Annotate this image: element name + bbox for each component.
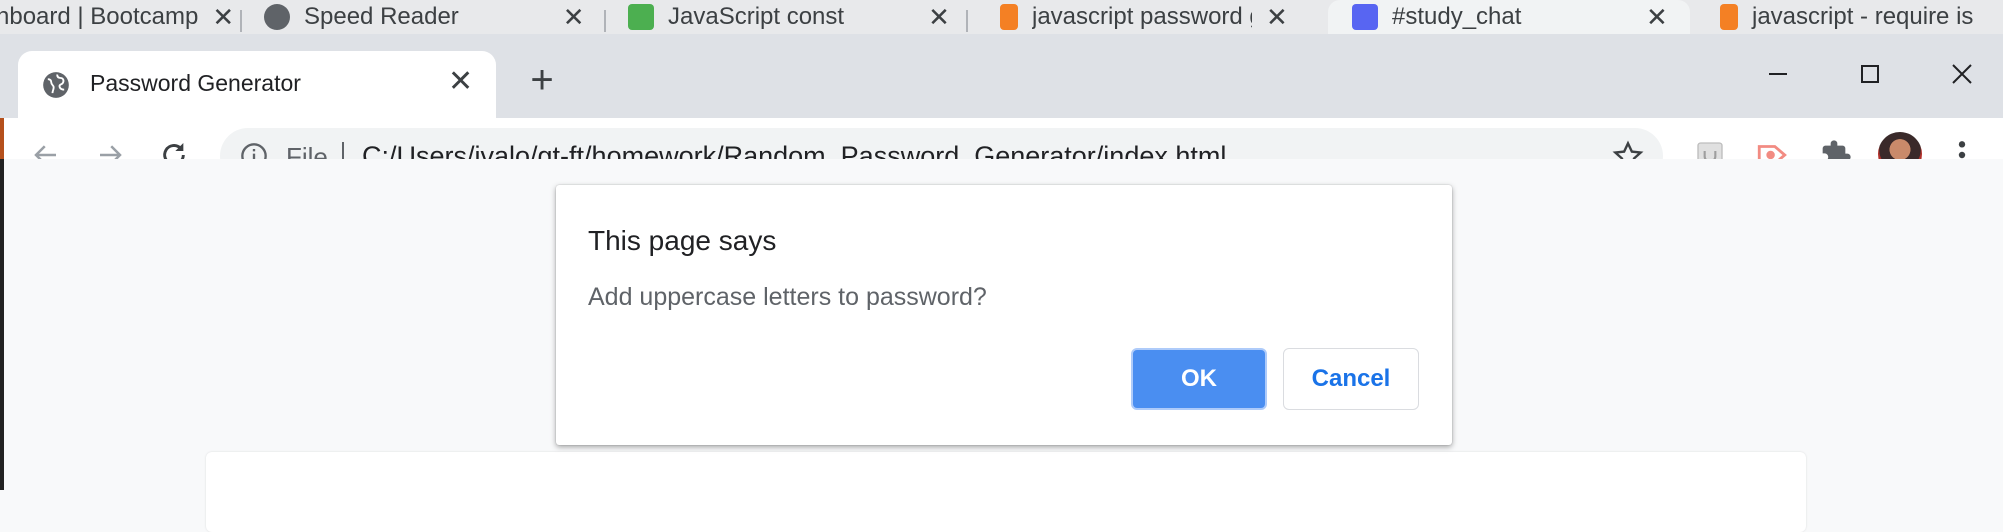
- globe-icon: [264, 4, 290, 30]
- bg-tab-4[interactable]: #study_chat ✕: [1328, 0, 1690, 34]
- discord-icon: [1352, 4, 1378, 30]
- window-close-button[interactable]: [1942, 54, 1982, 94]
- dialog-title: This page says: [588, 225, 777, 256]
- tab-separator: [240, 10, 242, 32]
- globe-icon: [43, 72, 69, 98]
- close-icon: [1952, 64, 1972, 84]
- bg-tab-2[interactable]: JavaScript const ✕: [628, 0, 950, 34]
- stackoverflow-icon: [1000, 4, 1018, 30]
- bg-tab-title: JavaScript const: [668, 3, 845, 30]
- bg-tab-title: javascript password ge: [1032, 3, 1252, 30]
- confirm-dialog: This page says Add uppercase letters to …: [556, 185, 1452, 445]
- w3schools-icon: [628, 4, 654, 30]
- bg-tab-title: Speed Reader: [304, 3, 459, 30]
- close-icon[interactable]: ✕: [563, 2, 585, 33]
- minimize-button[interactable]: [1758, 54, 1798, 94]
- cancel-button[interactable]: Cancel: [1283, 348, 1419, 410]
- background-window-tabstrip: hboard | Bootcamp ✕ Speed Reader ✕ JavaS…: [0, 0, 2003, 34]
- ok-button[interactable]: OK: [1131, 348, 1267, 410]
- generator-card: [206, 452, 1806, 532]
- tab-password-generator[interactable]: Password Generator ✕: [18, 51, 496, 118]
- close-icon[interactable]: ✕: [1266, 2, 1288, 33]
- close-icon[interactable]: ✕: [212, 2, 234, 33]
- bg-tab-0[interactable]: hboard | Bootcamp ✕: [0, 0, 234, 34]
- close-icon[interactable]: ✕: [928, 2, 950, 33]
- maximize-icon: [1861, 65, 1879, 83]
- tab-title: Password Generator: [90, 70, 301, 96]
- bg-tab-5[interactable]: javascript - require is: [1720, 0, 2003, 34]
- bg-tab-3[interactable]: javascript password ge ✕: [1000, 0, 1310, 34]
- maximize-button[interactable]: [1850, 54, 1890, 94]
- tab-separator: [604, 10, 606, 32]
- minimize-icon: [1769, 73, 1787, 75]
- bg-tab-title: #study_chat: [1392, 3, 1522, 30]
- bg-tab-title: hboard | Bootcamp: [0, 3, 199, 30]
- bg-tab-title: javascript - require is: [1752, 3, 1974, 30]
- new-tab-button[interactable]: +: [522, 60, 562, 102]
- bg-tab-1[interactable]: Speed Reader ✕: [264, 0, 585, 34]
- stackoverflow-icon: [1720, 4, 1738, 30]
- dialog-message: Add uppercase letters to password?: [588, 283, 987, 311]
- close-icon[interactable]: ✕: [448, 65, 473, 99]
- tab-bar: Password Generator ✕ +: [0, 34, 2003, 118]
- tab-separator: [966, 10, 968, 32]
- close-icon[interactable]: ✕: [1646, 2, 1668, 33]
